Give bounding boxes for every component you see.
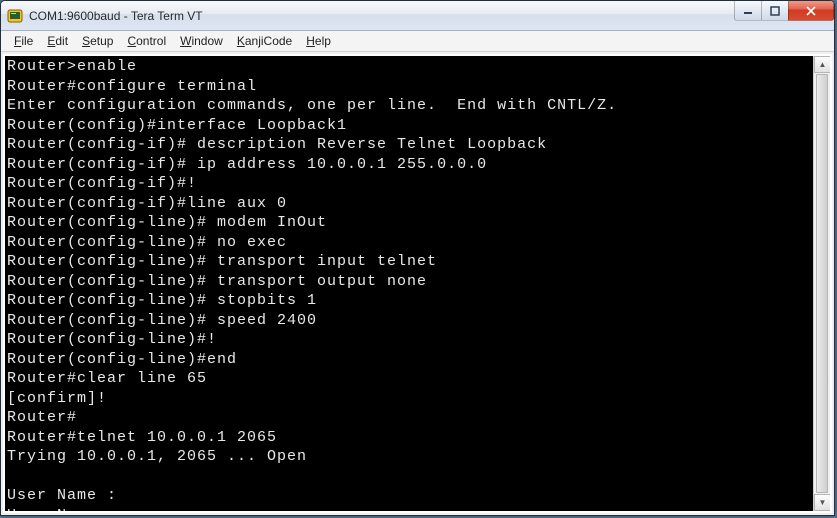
terminal-output[interactable]: Router>enable Router#configure terminal … bbox=[5, 56, 813, 511]
menu-file[interactable]: File bbox=[7, 32, 40, 50]
close-icon bbox=[805, 6, 817, 16]
vertical-scrollbar[interactable]: ▲ ▼ bbox=[813, 56, 830, 511]
scroll-down-button[interactable]: ▼ bbox=[814, 494, 831, 511]
scroll-up-button[interactable]: ▲ bbox=[814, 56, 831, 73]
titlebar[interactable]: COM1:9600baud - Tera Term VT bbox=[1, 1, 834, 31]
maximize-icon bbox=[770, 6, 780, 16]
menu-setup[interactable]: Setup bbox=[75, 32, 120, 50]
minimize-icon bbox=[743, 6, 753, 16]
window-controls bbox=[735, 1, 834, 21]
menubar: File Edit Setup Control Window KanjiCode… bbox=[1, 31, 834, 52]
terminal-container: Router>enable Router#configure terminal … bbox=[3, 54, 832, 513]
menu-edit[interactable]: Edit bbox=[40, 32, 75, 50]
menu-control[interactable]: Control bbox=[120, 32, 173, 50]
app-window: COM1:9600baud - Tera Term VT File Edit S… bbox=[0, 0, 835, 516]
chevron-up-icon: ▲ bbox=[819, 60, 827, 69]
app-icon bbox=[7, 8, 23, 24]
menu-help[interactable]: Help bbox=[299, 32, 338, 50]
scrollbar-thumb[interactable] bbox=[816, 74, 828, 493]
minimize-button[interactable] bbox=[734, 1, 762, 21]
maximize-button[interactable] bbox=[761, 1, 789, 21]
menu-window[interactable]: Window bbox=[173, 32, 230, 50]
window-title: COM1:9600baud - Tera Term VT bbox=[29, 9, 203, 23]
chevron-down-icon: ▼ bbox=[819, 498, 827, 507]
menu-kanjicode[interactable]: KanjiCode bbox=[230, 32, 299, 50]
close-button[interactable] bbox=[788, 1, 834, 21]
